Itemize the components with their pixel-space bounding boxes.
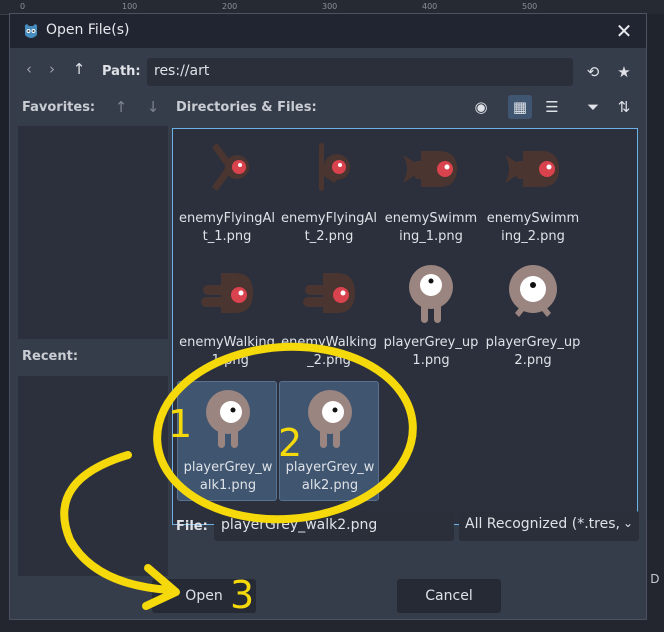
file-item[interactable]: playerGrey_up1.png xyxy=(381,257,481,377)
file-item-name: enemySwimming_2.png xyxy=(486,211,580,244)
png-thumbnail-icon xyxy=(409,265,453,323)
close-button[interactable]: ✕ xyxy=(612,19,636,43)
file-item-name: enemySwimming_1.png xyxy=(384,211,478,244)
files-section-label: Directories & Files: xyxy=(176,100,317,115)
sort-icon[interactable]: ⇅ xyxy=(612,95,636,119)
png-thumbnail-icon xyxy=(201,273,253,313)
file-item-name: playerGrey_walk2.png xyxy=(285,460,375,493)
file-item-name: playerGrey_up2.png xyxy=(485,335,581,368)
ruler-tick-label: 300 xyxy=(322,2,338,11)
file-grid[interactable]: enemyFlyingAlt_1.png enemyFlyingAlt_2.png… xyxy=(172,128,638,525)
ruler-tick-label: 100 xyxy=(122,2,138,11)
path-input[interactable]: res://art xyxy=(147,58,573,86)
png-thumbnail-icon xyxy=(509,265,557,317)
favorite-star-icon[interactable]: ★ xyxy=(612,60,636,84)
filter-icon[interactable]: ⏷ xyxy=(581,95,605,119)
png-thumbnail-icon xyxy=(308,390,352,448)
file-label: File: xyxy=(176,519,208,534)
chevron-down-icon: ⌄ xyxy=(622,516,633,530)
file-item-name: enemyFlyingAlt_1.png xyxy=(179,211,275,244)
path-label: Path: xyxy=(102,64,141,79)
png-thumbnail-icon xyxy=(403,151,457,187)
list-view-icon[interactable]: ☰ xyxy=(540,95,564,119)
ruler-tick-label: 400 xyxy=(422,2,438,11)
dialog-body: ‹ › ↑ Path: res://art ⟲ ★ Favorites: ↑ ↓… xyxy=(10,48,646,619)
file-name-input[interactable]: playerGrey_walk2.png xyxy=(214,511,454,541)
move-favorite-down-icon[interactable]: ↓ xyxy=(141,95,165,119)
dialog-titlebar: Open File(s) ✕ xyxy=(10,14,646,48)
move-favorite-up-icon[interactable]: ↑ xyxy=(109,95,133,119)
png-thumbnail-icon xyxy=(206,390,250,448)
file-item-name: playerGrey_walk1.png xyxy=(183,460,273,493)
file-item[interactable]: enemySwimming_2.png xyxy=(483,133,583,253)
favorites-list[interactable] xyxy=(18,126,168,339)
open-file-dialog: Open File(s) ✕ ‹ › ↑ Path: res://art ⟲ ★… xyxy=(9,13,647,620)
png-thumbnail-icon xyxy=(505,151,559,187)
parent-folder-icon[interactable]: ↑ xyxy=(68,58,90,80)
file-item[interactable]: enemyWalking_2.png xyxy=(279,257,379,377)
file-item[interactable]: playerGrey_walk2.png xyxy=(279,381,379,501)
ruler-tick-label: 0 xyxy=(20,2,26,11)
open-button[interactable]: Open xyxy=(152,579,256,613)
file-item-name: enemyFlyingAlt_2.png xyxy=(281,211,377,244)
recent-list[interactable] xyxy=(18,376,168,576)
file-type-filter-select[interactable]: All Recognized (*.tres, ⌄ xyxy=(459,511,639,541)
file-item[interactable]: enemyWalking_1.png xyxy=(177,257,277,377)
file-item-name: enemyWalking_1.png xyxy=(179,335,275,368)
file-item-name: playerGrey_up1.png xyxy=(383,335,479,368)
ruler-tick-label: 500 xyxy=(522,2,538,11)
refresh-icon[interactable]: ⟲ xyxy=(581,60,605,84)
file-item-name: enemyWalking_2.png xyxy=(281,335,377,368)
show-hidden-eye-icon[interactable]: ◉ xyxy=(469,95,493,119)
png-thumbnail-icon xyxy=(319,143,350,191)
file-item[interactable]: enemyFlyingAlt_1.png xyxy=(177,133,277,253)
file-item[interactable]: playerGrey_walk1.png xyxy=(177,381,277,501)
file-item[interactable]: playerGrey_up2.png xyxy=(483,257,583,377)
forward-icon[interactable]: › xyxy=(41,58,63,80)
godot-logo-icon xyxy=(24,24,38,38)
grid-view-icon[interactable]: ▦ xyxy=(508,95,532,119)
dialog-title: Open File(s) xyxy=(46,22,130,38)
file-item[interactable]: enemyFlyingAlt_2.png xyxy=(279,133,379,253)
png-thumbnail-icon xyxy=(303,273,355,313)
cancel-button[interactable]: Cancel xyxy=(397,579,501,613)
back-icon[interactable]: ‹ xyxy=(18,58,40,80)
recent-label: Recent: xyxy=(22,349,79,364)
filter-value: All Recognized (*.tres, xyxy=(465,516,620,532)
png-thumbnail-icon xyxy=(212,143,249,191)
ruler-tick-label: 200 xyxy=(222,2,238,11)
favorites-label: Favorites: xyxy=(22,100,96,115)
file-item[interactable]: enemySwimming_1.png xyxy=(381,133,481,253)
